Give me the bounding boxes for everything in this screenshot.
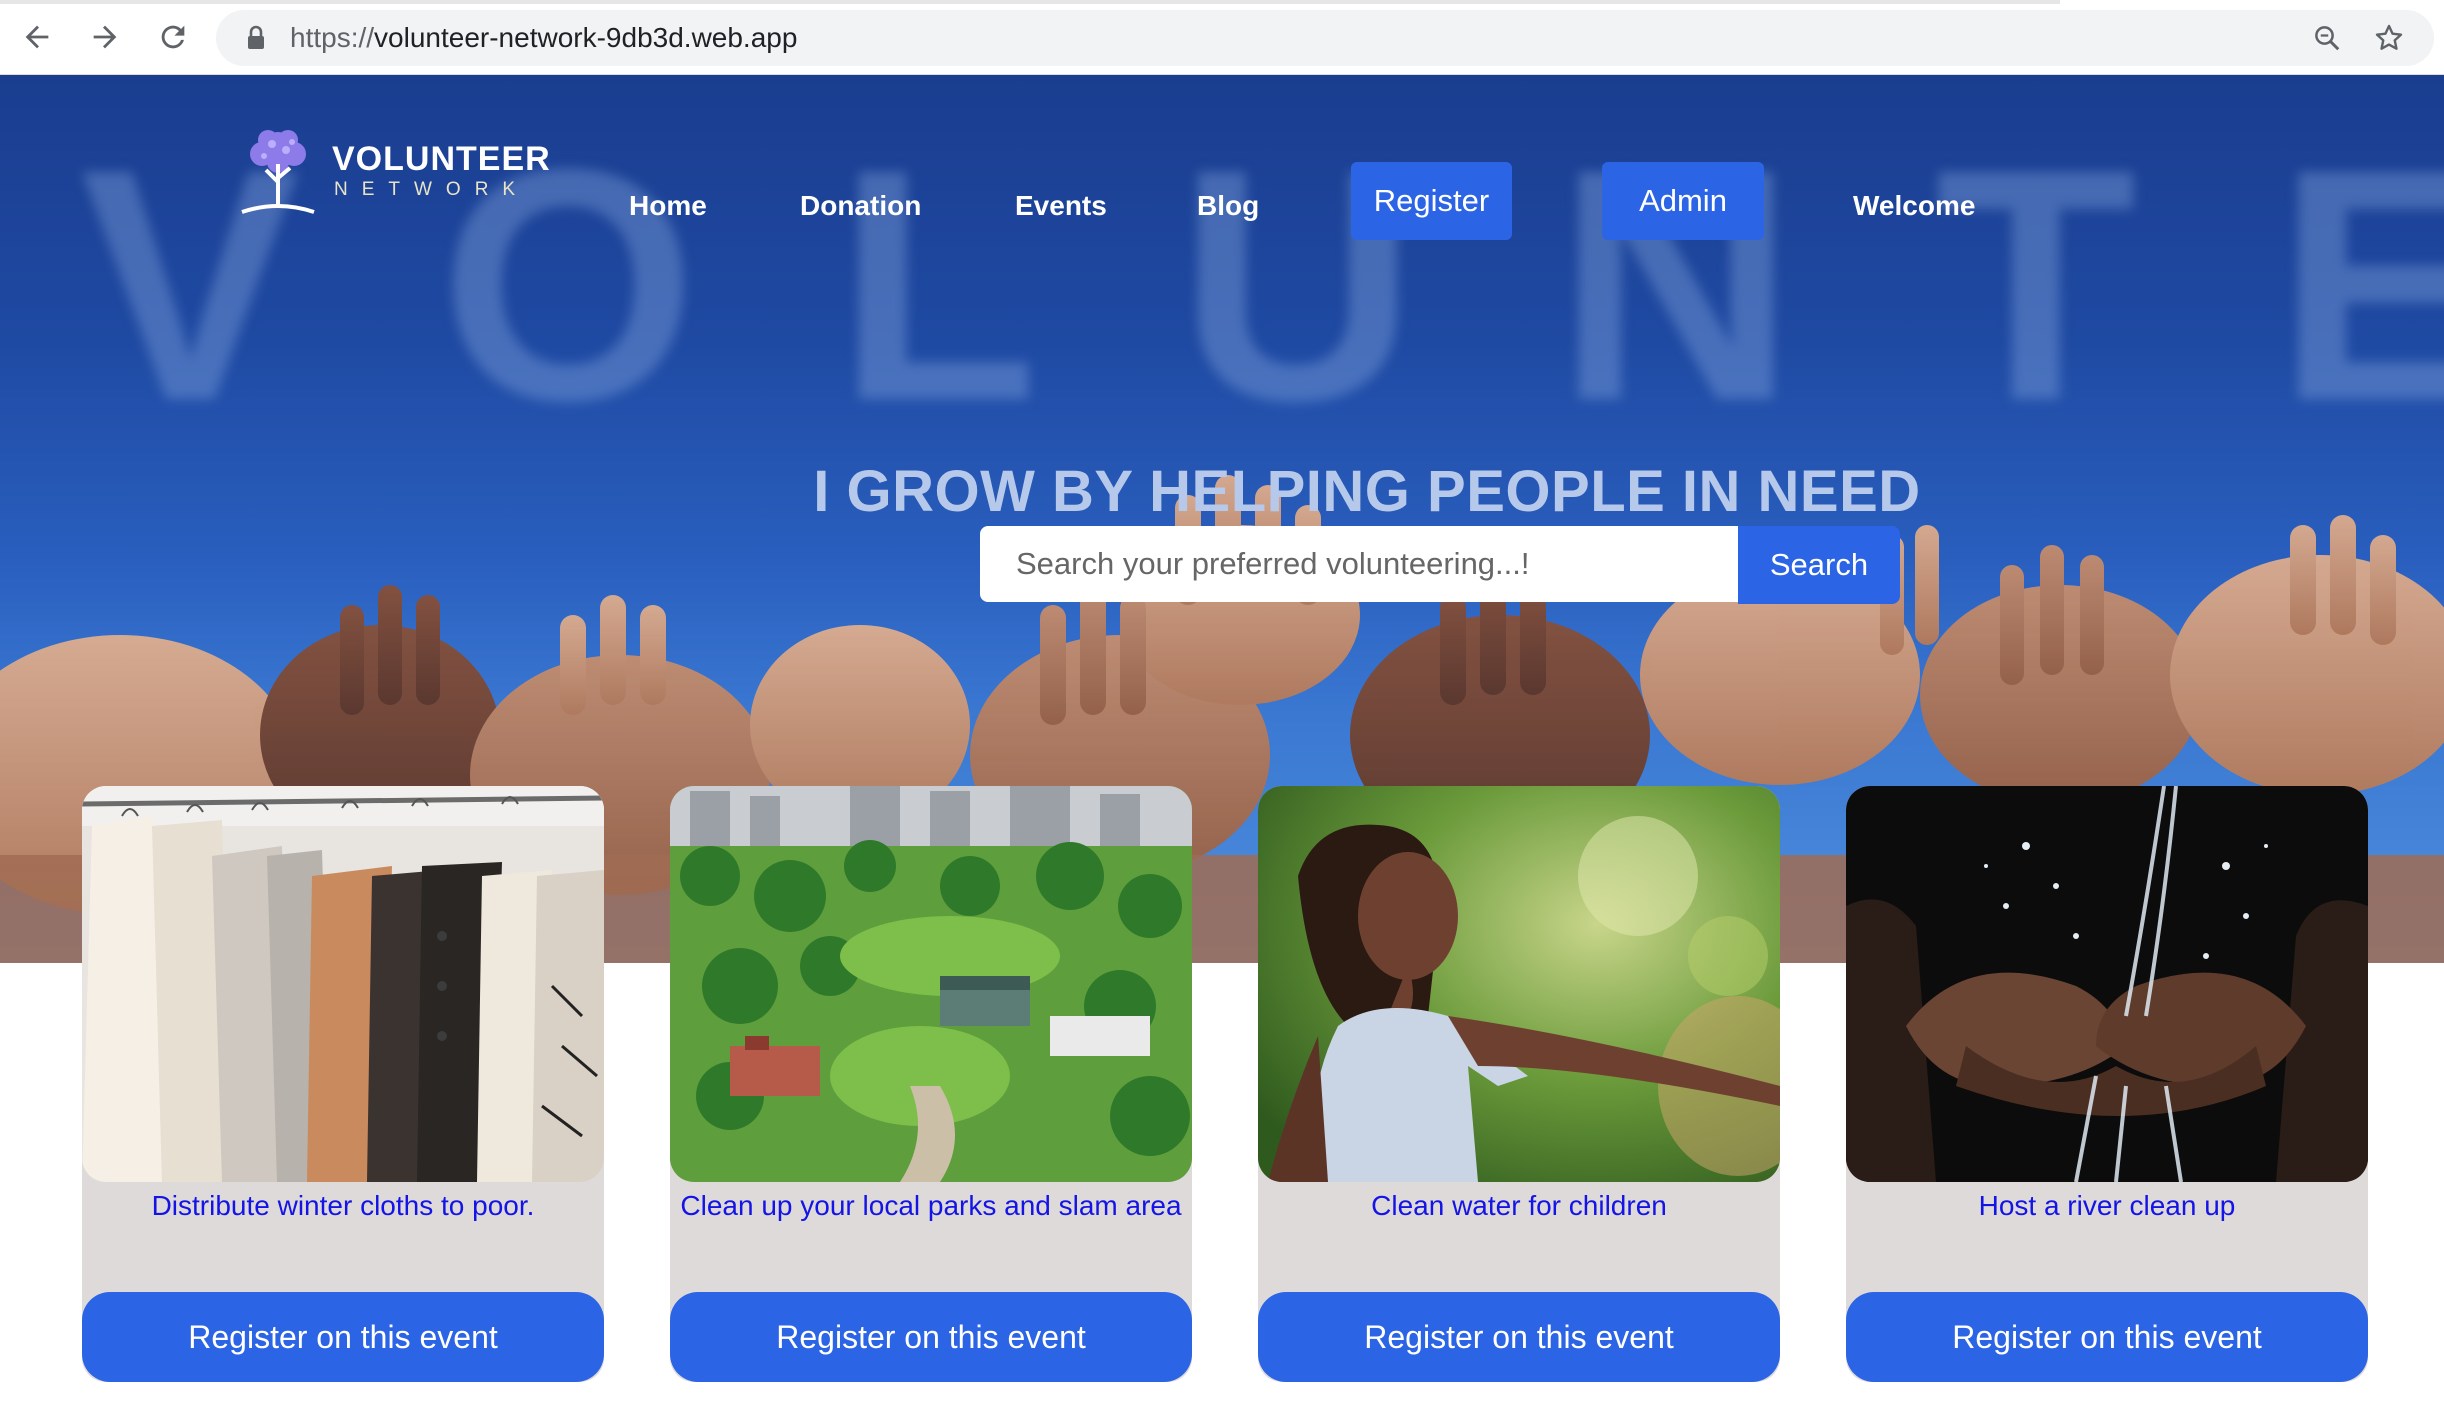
logo-title: VOLUNTEER [332,140,551,178]
page-load-indicator [0,0,2060,4]
lock-icon [244,24,268,52]
event-card: Clean water for children Register on thi… [1258,786,1780,1382]
event-image-park[interactable] [670,786,1192,1182]
nav-blog-link[interactable]: Blog [1197,181,1259,231]
event-card: Host a river clean up Register on this e… [1846,786,2368,1382]
nav-home-link[interactable]: Home [629,181,707,231]
search-button[interactable]: Search [1738,526,1900,604]
tree-logo-icon [236,124,320,221]
register-event-button[interactable]: Register on this event [82,1292,604,1382]
register-event-button[interactable]: Register on this event [1258,1292,1780,1382]
logo-subtitle: NETWORK [334,179,530,200]
event-title[interactable]: Clean water for children [1258,1190,1780,1222]
admin-button[interactable]: Admin [1602,162,1764,240]
back-arrow-icon[interactable] [6,6,68,68]
event-card: Clean up your local parks and slam area … [670,786,1192,1382]
address-bar[interactable]: https://volunteer-network-9db3d.web.app [216,10,2434,66]
register-button[interactable]: Register [1351,162,1512,240]
nav-donation-link[interactable]: Donation [800,181,921,231]
register-event-button[interactable]: Register on this event [670,1292,1192,1382]
url-scheme: https:// [290,22,375,53]
hero-heading: I GROW BY HELPING PEOPLE IN NEED [813,459,1921,524]
star-icon[interactable] [2358,10,2420,66]
register-event-button[interactable]: Register on this event [1846,1292,2368,1382]
event-image-child[interactable] [1258,786,1780,1182]
event-title[interactable]: Distribute winter cloths to poor. [82,1190,604,1222]
browser-toolbar: https://volunteer-network-9db3d.web.app [0,0,2444,75]
site-logo[interactable]: VOLUNTEER NETWORK [236,122,550,222]
nav-welcome-link[interactable]: Welcome [1853,181,1975,231]
url-host: volunteer-network-9db3d.web.app [374,22,798,53]
event-card: Distribute winter cloths to poor. Regist… [82,786,604,1382]
event-title[interactable]: Clean up your local parks and slam area [670,1190,1192,1222]
reload-icon[interactable] [142,6,204,68]
event-image-water[interactable] [1846,786,2368,1182]
search-input[interactable] [980,526,1738,602]
nav-events-link[interactable]: Events [1015,181,1107,231]
forward-arrow-icon[interactable] [74,6,136,68]
event-image-clothes[interactable] [82,786,604,1182]
event-title[interactable]: Host a river clean up [1846,1190,2368,1222]
zoom-icon[interactable] [2296,10,2358,66]
address-url: https://volunteer-network-9db3d.web.app [290,22,797,54]
